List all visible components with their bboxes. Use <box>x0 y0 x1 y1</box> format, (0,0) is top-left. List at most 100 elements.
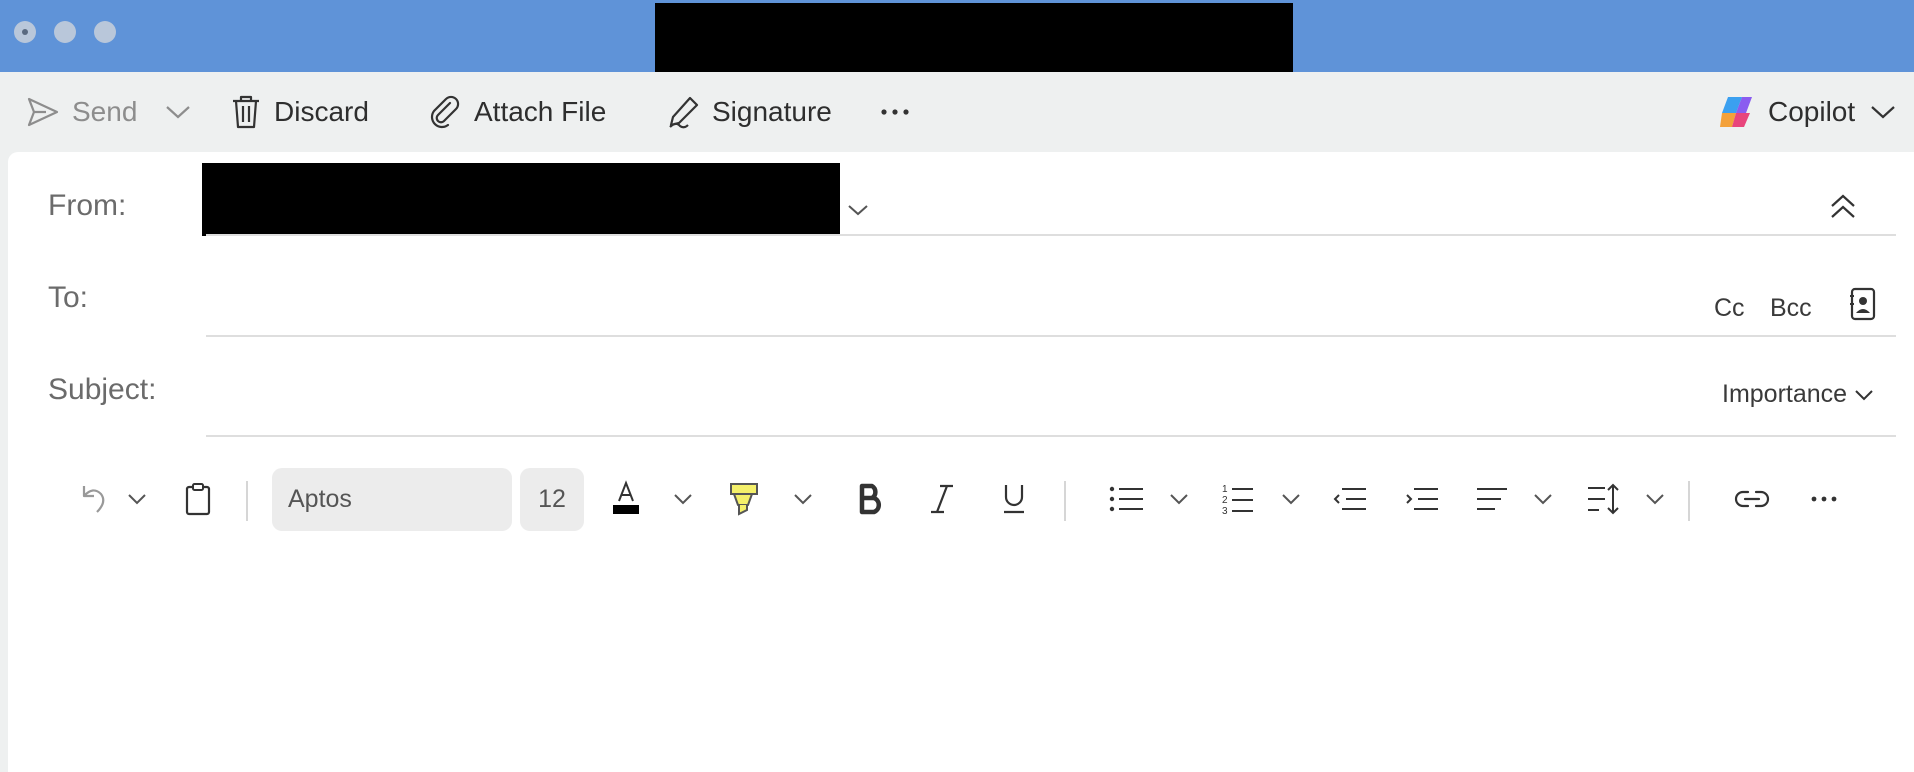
to-row: To: Cc Bcc <box>8 244 1914 337</box>
highlight-dropdown[interactable] <box>788 464 818 534</box>
bullet-list-button[interactable] <box>1106 464 1148 534</box>
trash-icon <box>233 95 259 129</box>
font-name-select[interactable]: Aptos <box>272 468 512 531</box>
copilot-button[interactable]: Copilot <box>1718 72 1897 152</box>
align-dropdown[interactable] <box>1528 464 1558 534</box>
numbered-list-button[interactable]: 1 2 3 <box>1218 464 1258 534</box>
decrease-indent-button[interactable] <box>1330 464 1370 534</box>
insert-link-button[interactable] <box>1730 464 1774 534</box>
collapse-header-icon[interactable] <box>1828 192 1858 220</box>
more-options-button[interactable] <box>880 72 922 152</box>
bold-icon <box>859 483 882 515</box>
font-color-icon <box>613 480 639 514</box>
chevron-down-icon <box>1282 494 1300 505</box>
signature-label: Signature <box>712 96 832 127</box>
to-label: To: <box>48 281 89 314</box>
copilot-logo-icon <box>1720 97 1752 127</box>
highlighter-icon <box>730 483 758 516</box>
discard-label: Discard <box>274 96 369 127</box>
numbered-list-dropdown[interactable] <box>1276 464 1306 534</box>
importance-label: Importance <box>1722 380 1848 408</box>
formatting-toolbar: Aptos 12 1 2 3 <box>8 464 1914 534</box>
signature-pen-icon <box>669 96 699 129</box>
chevron-down-icon <box>794 494 812 505</box>
send-button[interactable]: Send <box>26 72 137 152</box>
from-label: From: <box>48 189 127 222</box>
undo-icon <box>82 486 105 513</box>
separator <box>1688 481 1690 521</box>
paste-button[interactable] <box>178 464 218 534</box>
subject-input[interactable] <box>206 354 1686 414</box>
importance-dropdown[interactable]: Importance <box>1722 380 1875 409</box>
minimize-window-button[interactable] <box>54 21 76 43</box>
highlight-button[interactable] <box>724 464 764 534</box>
from-divider <box>206 234 1896 236</box>
increase-indent-icon <box>1406 488 1438 510</box>
address-book-icon[interactable] <box>1848 286 1878 322</box>
message-toolbar: Send Discard Attach File Signature Copil… <box>0 72 1914 152</box>
font-size-value: 12 <box>538 485 566 513</box>
undo-button[interactable] <box>74 464 114 534</box>
to-input[interactable] <box>206 262 1606 322</box>
numbered-list-icon: 1 2 3 <box>1222 484 1253 516</box>
from-row: From: <box>8 152 1914 244</box>
bcc-button[interactable]: Bcc <box>1770 294 1812 323</box>
align-left-icon <box>1477 488 1507 510</box>
close-window-button[interactable] <box>14 21 36 43</box>
redacted-from-account[interactable] <box>202 163 840 236</box>
font-size-select[interactable]: 12 <box>520 468 584 531</box>
more-horizontal-icon <box>1811 496 1837 502</box>
bullet-list-dropdown[interactable] <box>1164 464 1194 534</box>
link-icon <box>1734 490 1770 508</box>
discard-button[interactable]: Discard <box>230 72 369 152</box>
signature-button[interactable]: Signature <box>666 72 832 152</box>
font-name-value: Aptos <box>288 485 352 513</box>
numbered-list-digit-2: 2 <box>1222 495 1228 506</box>
send-options-dropdown[interactable] <box>164 72 204 152</box>
line-spacing-button[interactable] <box>1584 464 1624 534</box>
zoom-window-button[interactable] <box>94 21 116 43</box>
send-icon <box>27 97 59 127</box>
paperclip-icon <box>430 95 460 129</box>
bullet-list-icon <box>1109 486 1143 512</box>
increase-indent-button[interactable] <box>1402 464 1442 534</box>
bold-button[interactable] <box>850 464 890 534</box>
chevron-down-icon <box>1871 106 1895 119</box>
chevron-down-icon <box>1646 494 1664 505</box>
decrease-indent-icon <box>1333 488 1366 510</box>
chevron-down-icon <box>1170 494 1188 505</box>
redacted-window-title <box>655 3 1293 75</box>
font-color-dropdown[interactable] <box>668 464 698 534</box>
chevron-down-icon <box>1534 494 1552 505</box>
underline-button[interactable] <box>994 464 1034 534</box>
numbered-list-digit-3: 3 <box>1222 506 1228 516</box>
line-spacing-icon <box>1588 483 1619 515</box>
chevron-down-icon <box>674 494 692 505</box>
chevron-down-icon <box>128 494 146 505</box>
send-label: Send <box>72 96 138 127</box>
align-button[interactable] <box>1472 464 1512 534</box>
attach-file-button[interactable]: Attach File <box>428 72 606 152</box>
italic-button[interactable] <box>922 464 962 534</box>
copilot-label: Copilot <box>1768 96 1856 127</box>
more-formatting-button[interactable] <box>1802 464 1846 534</box>
subject-divider <box>206 435 1896 437</box>
message-body[interactable] <box>8 552 1914 772</box>
clipboard-icon <box>185 483 211 516</box>
underline-icon <box>1004 485 1024 514</box>
subject-row: Subject: Importance <box>8 336 1914 437</box>
attach-file-label: Attach File <box>474 96 607 127</box>
undo-dropdown[interactable] <box>122 464 152 534</box>
numbered-list-digit-1: 1 <box>1222 484 1228 495</box>
chevron-down-icon <box>166 106 190 119</box>
more-horizontal-icon <box>881 109 909 115</box>
chevron-down-icon <box>1855 389 1873 400</box>
font-color-button[interactable] <box>606 464 646 534</box>
italic-icon <box>931 484 953 514</box>
chevron-down-icon[interactable] <box>846 202 870 218</box>
compose-pane: From: To: Cc Bcc Subject: Importance Apt… <box>8 152 1914 772</box>
separator <box>246 481 248 521</box>
title-bar <box>0 0 1914 75</box>
line-spacing-dropdown[interactable] <box>1640 464 1670 534</box>
cc-button[interactable]: Cc <box>1714 294 1745 323</box>
